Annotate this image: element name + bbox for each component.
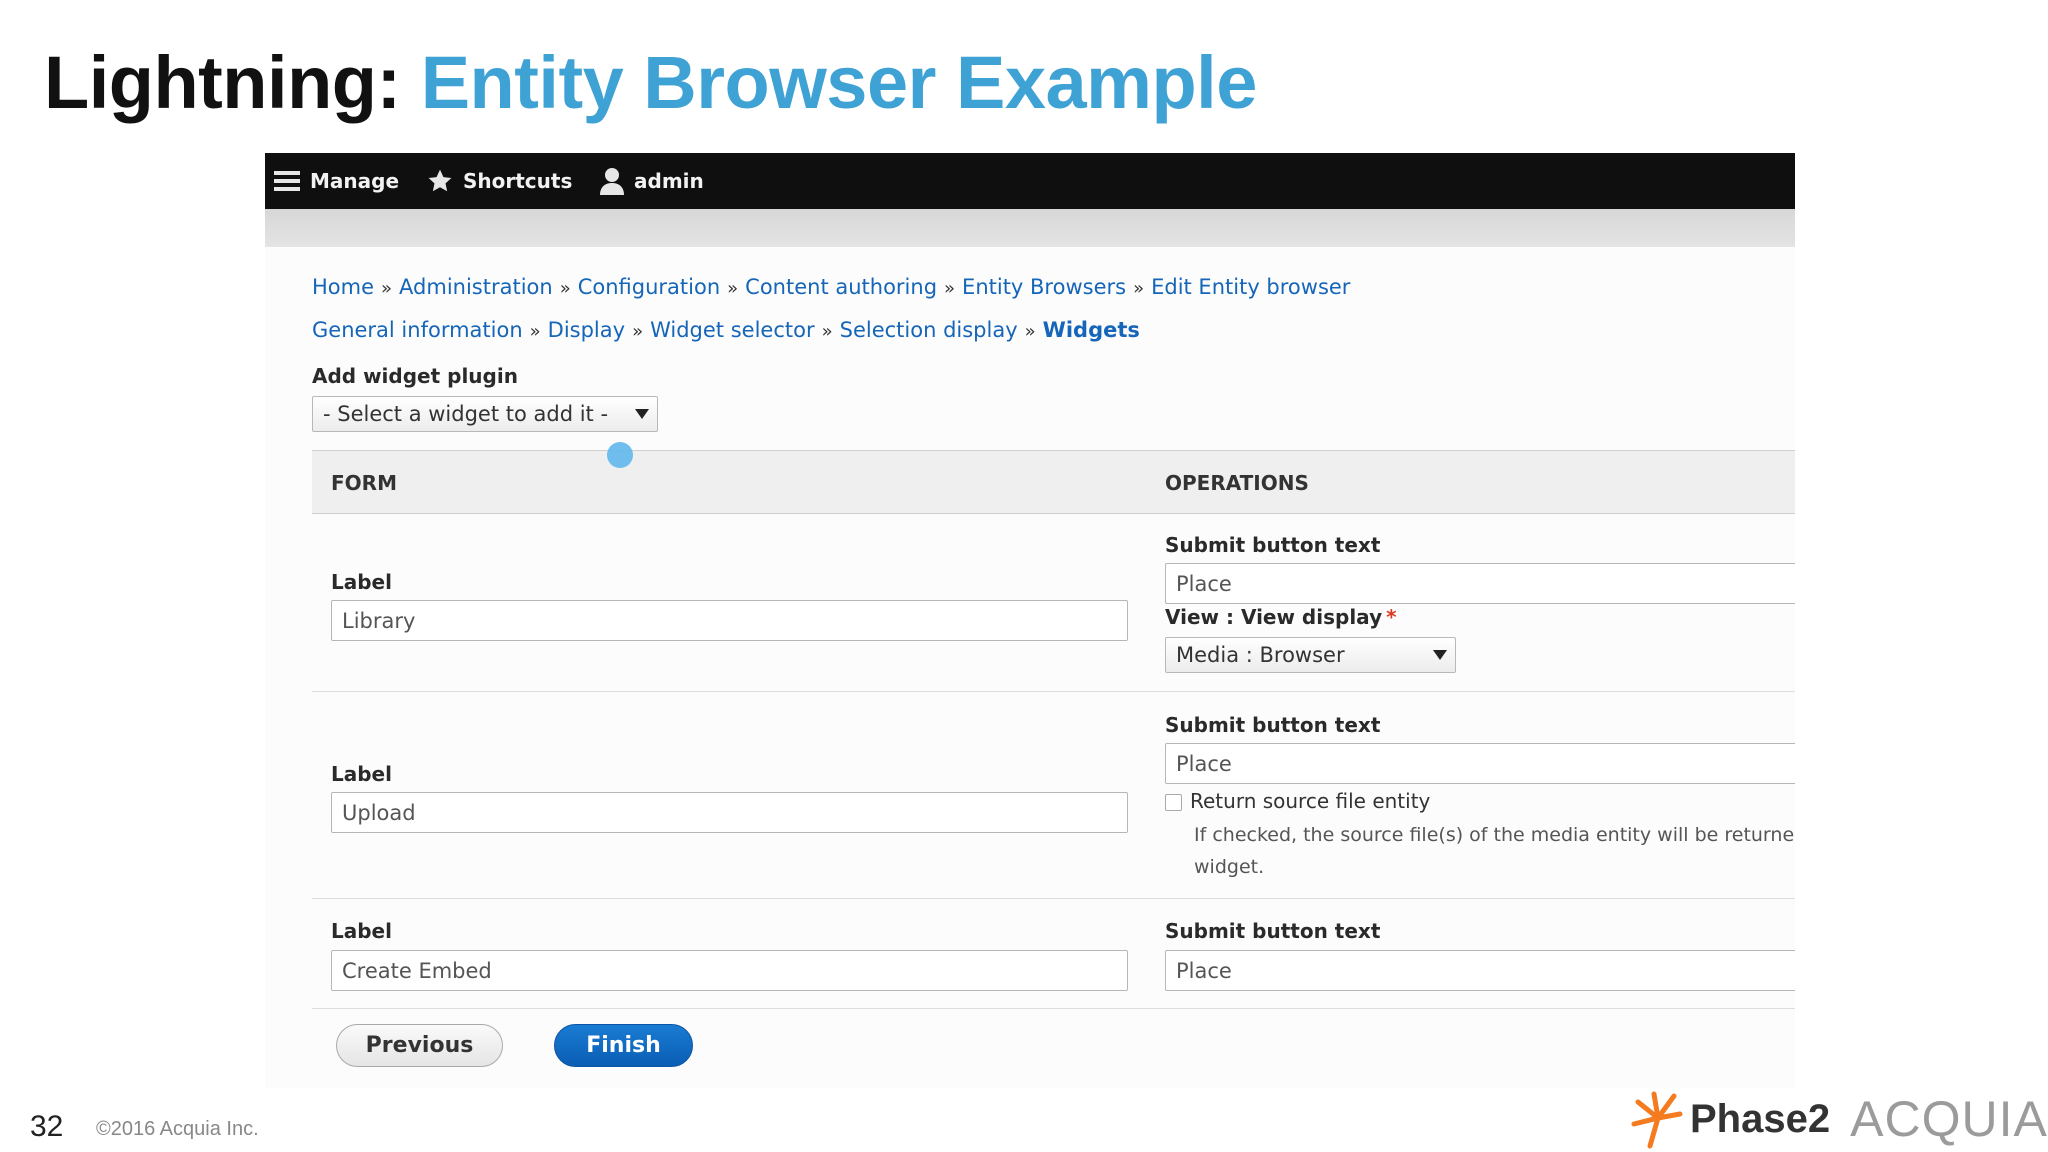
row1-view-select[interactable]: Media : Browser	[1165, 637, 1456, 673]
breadcrumb-home[interactable]: Home	[312, 275, 374, 299]
copyright: ©2016 Acquia Inc.	[96, 1118, 259, 1140]
row2-label-input[interactable]: Upload	[331, 792, 1128, 833]
row2-submit-input[interactable]: Place	[1165, 743, 1795, 784]
slide-title-main: Entity Browser Example	[420, 41, 1258, 124]
breadcrumb-entity-browsers[interactable]: Entity Browsers	[962, 275, 1126, 299]
breadcrumb-configuration[interactable]: Configuration	[578, 275, 720, 299]
add-widget-select[interactable]: - Select a widget to add it -	[312, 396, 658, 432]
phase2-logo-text: Phase2	[1690, 1096, 1831, 1141]
step-selection-display[interactable]: Selection display	[840, 318, 1018, 342]
add-widget-label: Add widget plugin	[312, 364, 518, 388]
row3-submit-input[interactable]: Place	[1165, 950, 1795, 991]
toolbar-user-label: admin	[634, 169, 704, 193]
chevron-down-icon	[1433, 650, 1447, 660]
footer-logos: Phase2 ACQUIA	[1628, 1086, 2048, 1152]
toolbar-shortcuts[interactable]: Shortcuts	[427, 153, 572, 209]
wizard-steps: General information» Display» Widget selec…	[312, 318, 1140, 342]
row2-label-title: Label	[331, 762, 392, 786]
slide-title-prefix: Lightning:	[44, 41, 401, 124]
mouse-cursor-indicator	[607, 442, 633, 468]
row1-submit-input[interactable]: Place	[1165, 563, 1795, 604]
toolbar-manage[interactable]: Manage	[274, 153, 399, 209]
return-source-desc-1: If checked, the source file(s) of the me…	[1194, 824, 1795, 846]
required-marker: *	[1386, 605, 1397, 629]
row3-label-input[interactable]: Create Embed	[331, 950, 1128, 991]
toolbar-manage-label: Manage	[310, 169, 400, 193]
breadcrumb: Home» Administration» Configuration» Conten…	[312, 275, 1351, 299]
row1-label-title: Label	[331, 570, 392, 594]
previous-button[interactable]: Previous	[336, 1024, 503, 1067]
add-widget-select-value: - Select a widget to add it -	[323, 402, 609, 426]
row1-view-select-value: Media : Browser	[1176, 643, 1345, 667]
phase2-logo-icon	[1631, 1091, 1683, 1149]
widgets-table-header: FORM OPERATIONS	[312, 450, 1795, 514]
return-source-label: Return source file entity	[1190, 789, 1431, 813]
row3-label-title: Label	[331, 919, 392, 943]
breadcrumb-edit-entity-browser[interactable]: Edit Entity browser	[1151, 275, 1350, 299]
step-general-information[interactable]: General information	[312, 318, 523, 342]
step-widgets[interactable]: Widgets	[1043, 318, 1140, 342]
admin-toolbar: Manage Shortcuts admin	[265, 153, 1795, 209]
breadcrumb-administration[interactable]: Administration	[399, 275, 553, 299]
row-divider	[312, 898, 1795, 899]
return-source-desc-2: widget.	[1194, 856, 1265, 878]
return-source-checkbox[interactable]	[1165, 794, 1182, 811]
slide-title: Lightning: Entity Browser Example	[44, 40, 1257, 125]
toolbar-user[interactable]: admin	[600, 153, 704, 209]
page-number: 32	[30, 1110, 64, 1143]
finish-button[interactable]: Finish	[554, 1024, 693, 1067]
row2-submit-title: Submit button text	[1165, 713, 1381, 737]
row1-view-title: View : View display *	[1165, 605, 1397, 629]
hamburger-icon	[274, 171, 300, 191]
row1-submit-title: Submit button text	[1165, 533, 1381, 557]
star-icon	[428, 169, 452, 192]
row1-label-input[interactable]: Library	[331, 600, 1128, 641]
row3-submit-title: Submit button text	[1165, 919, 1381, 943]
column-operations: OPERATIONS	[1165, 471, 1309, 495]
step-widget-selector[interactable]: Widget selector	[650, 318, 815, 342]
toolbar-tray	[265, 209, 1795, 247]
breadcrumb-content-authoring[interactable]: Content authoring	[745, 275, 937, 299]
row-divider	[312, 1008, 1795, 1009]
user-icon	[600, 168, 624, 195]
row-divider	[312, 691, 1795, 692]
step-display[interactable]: Display	[548, 318, 625, 342]
drupal-screenshot: Manage Shortcuts admin Home» Administrati…	[265, 153, 1795, 1088]
column-form: FORM	[331, 471, 397, 495]
chevron-down-icon	[635, 409, 649, 419]
acquia-logo-text: ACQUIA	[1850, 1091, 2048, 1147]
toolbar-shortcuts-label: Shortcuts	[463, 169, 573, 193]
